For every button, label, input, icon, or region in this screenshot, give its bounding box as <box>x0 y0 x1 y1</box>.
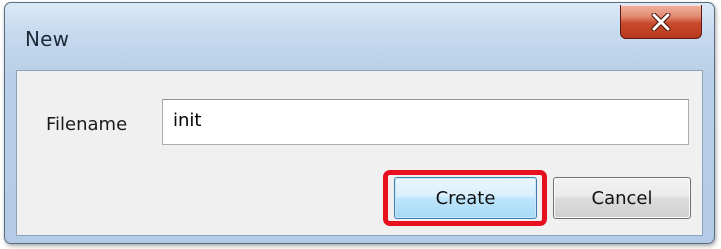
close-icon <box>651 12 671 31</box>
new-file-dialog: New Filename Create Cancel <box>4 2 715 244</box>
dialog-titlebar[interactable]: New <box>5 3 714 67</box>
create-button[interactable]: Create <box>394 177 537 219</box>
cancel-button[interactable]: Cancel <box>553 177 691 219</box>
filename-label: Filename <box>46 114 128 135</box>
filename-input[interactable] <box>162 99 689 145</box>
close-button[interactable] <box>620 5 702 39</box>
dialog-body: Filename Create Cancel <box>16 70 703 236</box>
dialog-title: New <box>25 27 70 51</box>
